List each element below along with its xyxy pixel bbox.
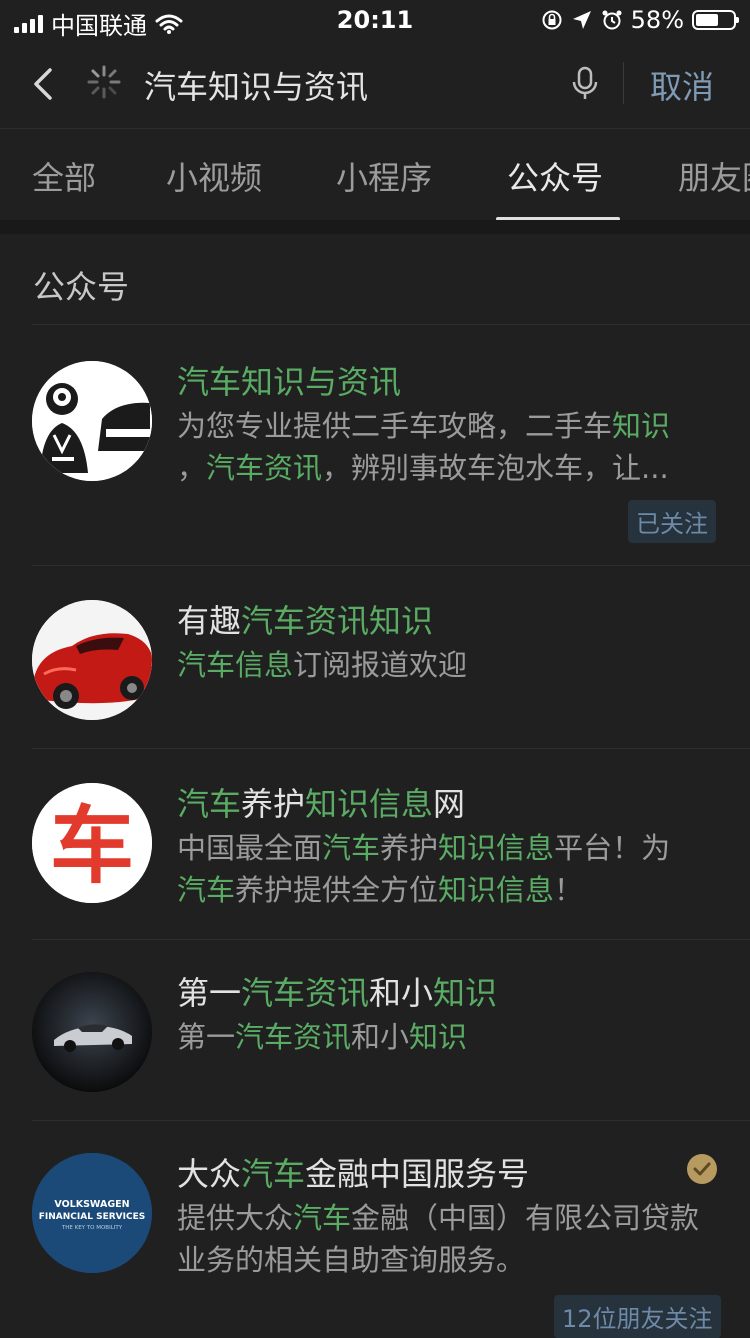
search-bar: 汽车知识与资讯 取消 xyxy=(0,40,750,128)
battery-icon xyxy=(692,10,739,30)
silver-sports-car-photo xyxy=(32,972,152,1092)
result-title: 有趣汽车资讯知识 xyxy=(177,602,434,640)
rotation-lock-icon xyxy=(542,10,562,30)
tab-all[interactable]: 全部 xyxy=(32,153,96,199)
loading-spinner-icon xyxy=(87,65,121,99)
result-title: 汽车知识与资讯 xyxy=(177,363,402,401)
red-sports-car-photo xyxy=(32,600,152,720)
result-title: 大众汽车金融中国服务号 xyxy=(177,1155,530,1193)
volkswagen-financial-logo: VOLKSWAGEN FINANCIAL SERVICES THE KEY TO… xyxy=(32,1153,152,1273)
result-avatar xyxy=(32,361,152,481)
status-right: 58% xyxy=(541,6,739,34)
avatar-logo-text: 车 xyxy=(50,797,134,895)
che-character-logo: 车 xyxy=(32,783,152,903)
result-description: 汽车信息订阅报道欢迎 xyxy=(177,648,468,682)
result-avatar xyxy=(32,972,152,1092)
vw-logo-line-3: THE KEY TO MOBILITY xyxy=(61,1225,123,1231)
result-description: 第一汽车资讯和小知识 xyxy=(177,1020,468,1054)
vw-logo-line-2: FINANCIAL SERVICES xyxy=(39,1212,145,1222)
followed-badge: 已关注 xyxy=(628,500,716,543)
location-icon xyxy=(572,11,591,29)
result-title: 汽车养护知识信息网 xyxy=(177,785,466,823)
result-description: 为您专业提供二手车攻略，二手车知识 ，汽车资讯，辨别事故车泡水车，让... xyxy=(177,409,671,485)
result-avatar: VOLKSWAGEN FINANCIAL SERVICES THE KEY TO… xyxy=(32,1153,152,1273)
result-item[interactable]: VOLKSWAGEN FINANCIAL SERVICES THE KEY TO… xyxy=(0,1121,750,1338)
back-arrow-icon[interactable] xyxy=(28,62,62,106)
result-avatar xyxy=(32,600,152,720)
search-input[interactable]: 汽车知识与资讯 xyxy=(144,62,368,108)
microphone-icon[interactable] xyxy=(570,64,600,104)
verified-check-icon xyxy=(687,1154,717,1184)
cancel-button[interactable]: 取消 xyxy=(650,62,714,108)
status-bar: 中国联通 20:11 58% xyxy=(0,0,750,40)
friends-follow-badge: 12位朋友关注 xyxy=(554,1295,721,1338)
vw-logo-line-1: VOLKSWAGEN xyxy=(54,1199,129,1210)
tab-official-accounts[interactable]: 公众号 xyxy=(507,153,603,199)
result-item[interactable]: 车 汽车养护知识信息网 中国最全面汽车养护知识信息平台！为 汽车养护提供全方位知… xyxy=(0,749,750,939)
result-description: 提供大众汽车金融（中国）有限公司贷款业务的相关自助查询服务。 xyxy=(177,1201,700,1277)
tabs-shadow xyxy=(0,220,750,234)
result-avatar: 车 xyxy=(32,783,152,903)
tab-short-video[interactable]: 小视频 xyxy=(166,153,262,199)
section-title: 公众号 xyxy=(33,268,130,306)
result-title: 第一汽车资讯和小知识 xyxy=(177,974,498,1012)
result-description: 中国最全面汽车养护知识信息平台！为 汽车养护提供全方位知识信息！ xyxy=(177,831,671,907)
search-divider xyxy=(623,62,624,104)
filter-tabs: 全部 小视频 小程序 公众号 朋友圈 xyxy=(0,128,750,221)
tab-moments[interactable]: 朋友圈 xyxy=(678,153,750,199)
result-item[interactable]: 第一汽车资讯和小知识 第一汽车资讯和小知识 xyxy=(0,940,750,1120)
mechanic-car-icon xyxy=(32,361,152,481)
alarm-icon xyxy=(602,10,622,30)
result-item[interactable]: 有趣汽车资讯知识 汽车信息订阅报道欢迎 xyxy=(0,566,750,748)
battery-percent: 58% xyxy=(630,6,684,34)
result-item[interactable]: 汽车知识与资讯 为您专业提供二手车攻略，二手车知识 ，汽车资讯，辨别事故车泡水车… xyxy=(0,325,750,565)
tab-mini-program[interactable]: 小程序 xyxy=(336,153,432,199)
